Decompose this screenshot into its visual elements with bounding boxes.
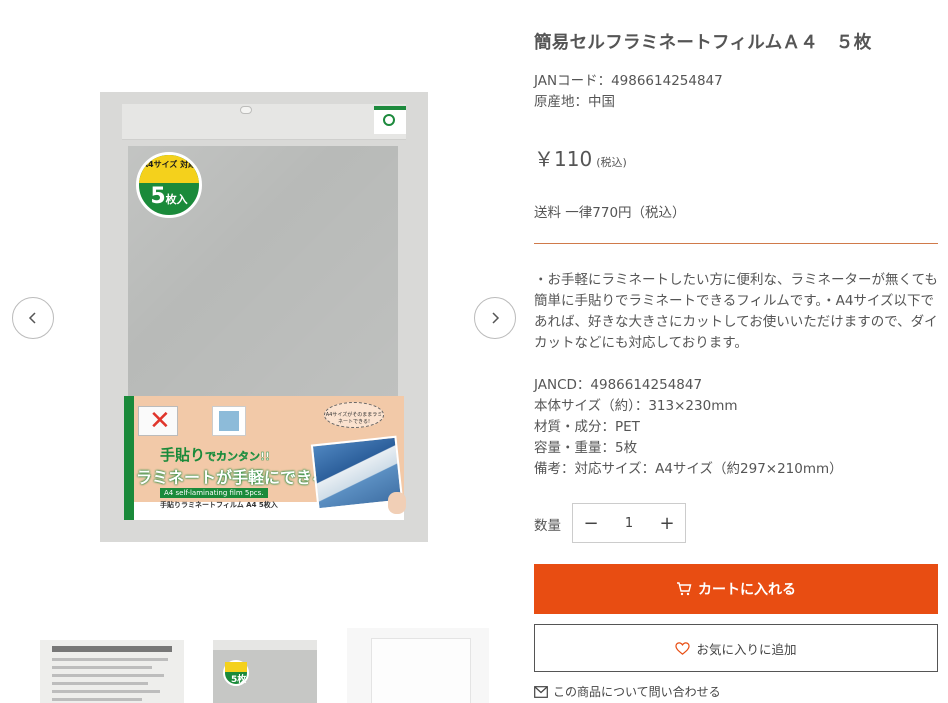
hang-hole xyxy=(240,106,252,114)
divider xyxy=(534,243,938,244)
package-header xyxy=(122,104,406,140)
hand-image xyxy=(388,492,406,514)
heart-icon xyxy=(675,641,691,655)
speech-bubble: A4サイズがそのままラミネートできる! xyxy=(324,402,384,428)
thumbnail-film[interactable] xyxy=(347,628,489,703)
spec-line: 備考：対応サイズ：A4サイズ（約297×210mm） xyxy=(534,461,843,477)
quantity-stepper: − 1 + xyxy=(572,503,686,543)
price-value: ￥110 xyxy=(534,147,593,171)
product-gallery: A4サイズ 対応 5枚入 ✕ A4サイズがそのままラミネートできる! 手貼りでカ… xyxy=(0,0,520,703)
brand-logo xyxy=(374,106,406,134)
thumbnail-back[interactable] xyxy=(40,640,184,703)
inquiry-label: この商品について問い合わせる xyxy=(553,685,721,699)
inquiry-link[interactable]: この商品について問い合わせる xyxy=(534,683,721,700)
gallery-next-button[interactable] xyxy=(474,297,516,339)
quantity-label: 数量 xyxy=(534,518,561,534)
package-insert-card: ✕ A4サイズがそのままラミネートできる! 手貼りでカンタン!! ラミネートが手… xyxy=(124,396,406,520)
product-title: 簡易セルフラミネートフィルムＡ４ ５枚 xyxy=(534,33,872,53)
spec-line: 本体サイズ（約）：313×230mm xyxy=(534,398,738,414)
quantity-decrease-button[interactable]: − xyxy=(573,504,609,542)
price: ￥110 (税込) xyxy=(534,143,627,172)
product-specs: JANCD：4986614254847 本体サイズ（約）：313×230mm 材… xyxy=(534,375,843,480)
chevron-left-icon xyxy=(28,312,36,324)
product-description: ・お手軽にラミネートしたい方に便利な、ラミネーターが無くても簡単に手貼りでラミネ… xyxy=(534,272,938,351)
mail-icon xyxy=(534,685,548,698)
cart-icon xyxy=(677,582,692,596)
origin: 原産地：中国 xyxy=(534,94,615,110)
quantity-input[interactable]: 1 xyxy=(609,516,649,531)
chevron-right-icon xyxy=(492,312,500,324)
jan-code: JANコード：4986614254847 xyxy=(534,73,723,89)
add-to-favorites-button[interactable]: お気に入りに追加 xyxy=(534,624,938,672)
quantity-increase-button[interactable]: + xyxy=(649,504,685,542)
no-laminator-icon: ✕ xyxy=(138,406,178,436)
sample-card-image xyxy=(212,406,246,436)
add-to-cart-label: カートに入れる xyxy=(698,582,796,598)
count-badge: A4サイズ 対応 5枚入 xyxy=(136,152,202,218)
add-to-favorites-label: お気に入りに追加 xyxy=(696,641,797,657)
add-to-cart-button[interactable]: カートに入れる xyxy=(534,564,938,614)
thumbnail-strip: 5枚 xyxy=(0,612,520,703)
shipping-info: 送料 一律770円（税込） xyxy=(534,205,686,221)
spec-line: JANCD：4986614254847 xyxy=(534,377,703,393)
tax-note: (税込) xyxy=(596,156,627,169)
gallery-prev-button[interactable] xyxy=(12,297,54,339)
thumbnail-front[interactable]: 5枚 xyxy=(213,640,317,703)
product-details: 簡易セルフラミネートフィルムＡ４ ５枚 JANコード：4986614254847… xyxy=(534,0,940,703)
spec-line: 容量・重量：5枚 xyxy=(534,440,638,456)
main-product-image: A4サイズ 対応 5枚入 ✕ A4サイズがそのままラミネートできる! 手貼りでカ… xyxy=(100,92,428,542)
spec-line: 材質・成分：PET xyxy=(534,419,640,435)
